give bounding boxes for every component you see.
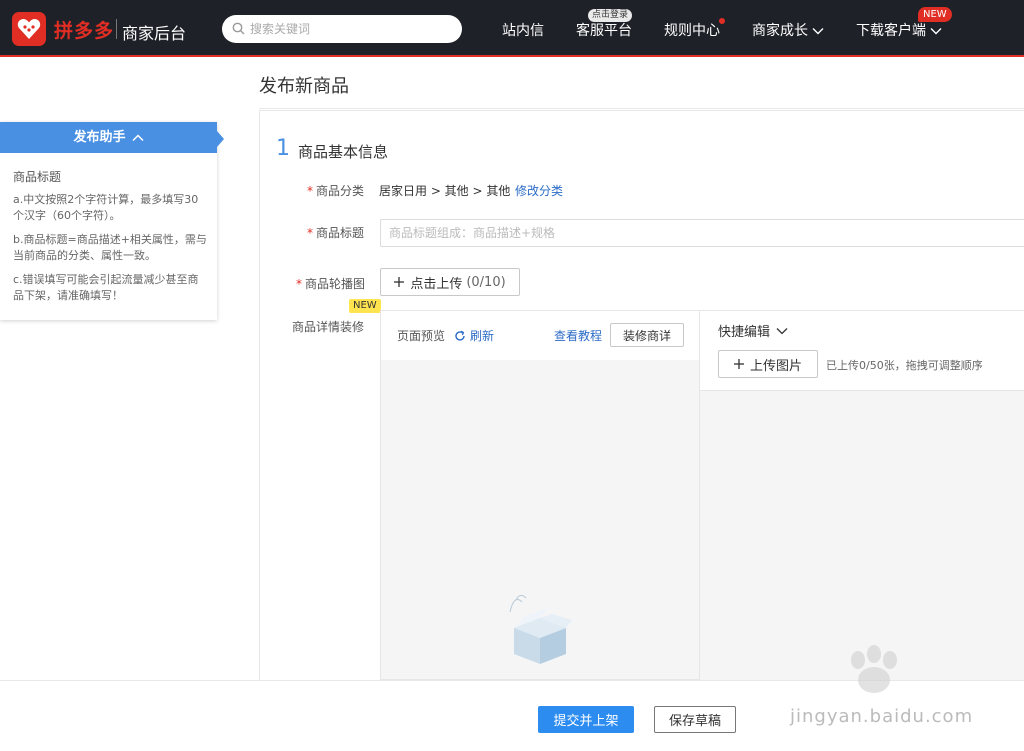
carousel-upload-label: 点击上传 <box>410 276 463 292</box>
view-tutorial-link[interactable]: 查看教程 <box>554 327 602 344</box>
brand-name[interactable]: 拼多多 <box>54 16 114 43</box>
product-title-input[interactable] <box>380 219 1024 247</box>
helper-tip: a.中文按照2个字符计算，最多填写30个汉字（60个字符）。 <box>13 193 199 222</box>
preview-label: 页面预览 <box>397 329 446 343</box>
helper-heading: 商品标题 <box>13 170 62 184</box>
nav-inbox[interactable]: 站内信 <box>502 20 544 40</box>
helper-toggle[interactable]: 发布助手 <box>0 122 217 153</box>
nav-merchant-growth-label: 商家成长 <box>752 23 808 39</box>
decorate-detail-button[interactable]: 装修商详 <box>610 323 684 347</box>
page-title: 发布新商品 <box>259 76 349 97</box>
notification-dot <box>719 18 725 24</box>
category-label: * 商品分类 <box>307 182 364 199</box>
title-label-text: 商品标题 <box>316 226 365 240</box>
nav-merchant-growth[interactable]: 商家成长 <box>752 20 824 40</box>
nav-customer-service[interactable]: 客服平台 <box>576 20 632 40</box>
helper-title: 发布助手 <box>73 130 126 145</box>
empty-box-icon <box>509 594 572 664</box>
section-title: 商品基本信息 <box>298 143 389 161</box>
edit-category-link[interactable]: 修改分类 <box>515 182 563 199</box>
search-box[interactable] <box>222 15 462 43</box>
refresh-icon <box>455 330 465 341</box>
save-draft-button[interactable]: 保存草稿 <box>654 706 736 733</box>
category-label-text: 商品分类 <box>316 184 365 198</box>
search-input[interactable] <box>250 19 450 39</box>
upload-image-label: 上传图片 <box>749 358 802 374</box>
nav-download-client-label: 下载客户端 <box>856 23 926 39</box>
publish-helper-panel: 发布助手 商品标题 a.中文按照2个字符计算，最多填写30个汉字（60个字符）。… <box>0 122 217 320</box>
carousel-label-text: 商品轮播图 <box>305 277 366 291</box>
chevron-down-icon <box>776 327 788 334</box>
required-mark: * <box>307 184 313 198</box>
login-badge[interactable]: 点击登录 <box>588 9 633 22</box>
submit-and-list-button[interactable]: 提交并上架 <box>538 706 634 733</box>
chevron-down-icon <box>812 28 824 35</box>
required-mark: * <box>307 226 313 240</box>
refresh-button[interactable]: 刷新 <box>454 327 494 344</box>
search-icon <box>232 22 245 35</box>
helper-pointer <box>217 131 224 147</box>
carousel-count: (0/10) <box>466 274 506 290</box>
helper-tip: c.错误填写可能会引起流量减少甚至商品下架，请准确填写！ <box>13 273 199 302</box>
brand-logo-icon[interactable] <box>12 12 46 46</box>
quick-edit-content <box>700 390 1024 680</box>
required-mark: * <box>296 277 302 291</box>
detail-label: 商品详情装修 <box>292 320 365 334</box>
title-label: * 商品标题 <box>307 224 364 241</box>
category-path: 居家日用 > 其他 > 其他 <box>379 184 511 198</box>
refresh-label: 刷新 <box>470 329 495 343</box>
nav-rules-center[interactable]: 规则中心 <box>664 20 720 40</box>
brand-subtitle: 商家后台 <box>122 24 187 43</box>
header-divider <box>259 108 1024 109</box>
plus-icon <box>394 277 405 287</box>
carousel-upload-button[interactable]: 点击上传 (0/10) <box>380 268 520 296</box>
carousel-label: * 商品轮播图 <box>296 275 365 292</box>
chevron-up-icon <box>131 133 144 141</box>
section-number: 1 <box>276 136 290 161</box>
new-badge: NEW <box>918 7 952 22</box>
new-badge: NEW <box>349 299 381 313</box>
quick-edit-toggle[interactable]: 快捷编辑 <box>718 321 788 340</box>
quick-edit-title: 快捷编辑 <box>718 325 771 340</box>
watermark-text: jingyan.baidu.com <box>790 706 974 727</box>
helper-tip: b.商品标题=商品描述+相关属性，需与当前商品的分类、属性一致。 <box>13 233 207 262</box>
upload-hint: 已上传0/50张，拖拽可调整顺序 <box>826 359 983 372</box>
plus-icon <box>733 359 744 369</box>
chevron-down-icon <box>930 28 942 35</box>
upload-image-button[interactable]: 上传图片 <box>718 350 818 378</box>
nav-download-client[interactable]: 下载客户端 <box>856 20 942 40</box>
brand-divider <box>116 19 117 39</box>
